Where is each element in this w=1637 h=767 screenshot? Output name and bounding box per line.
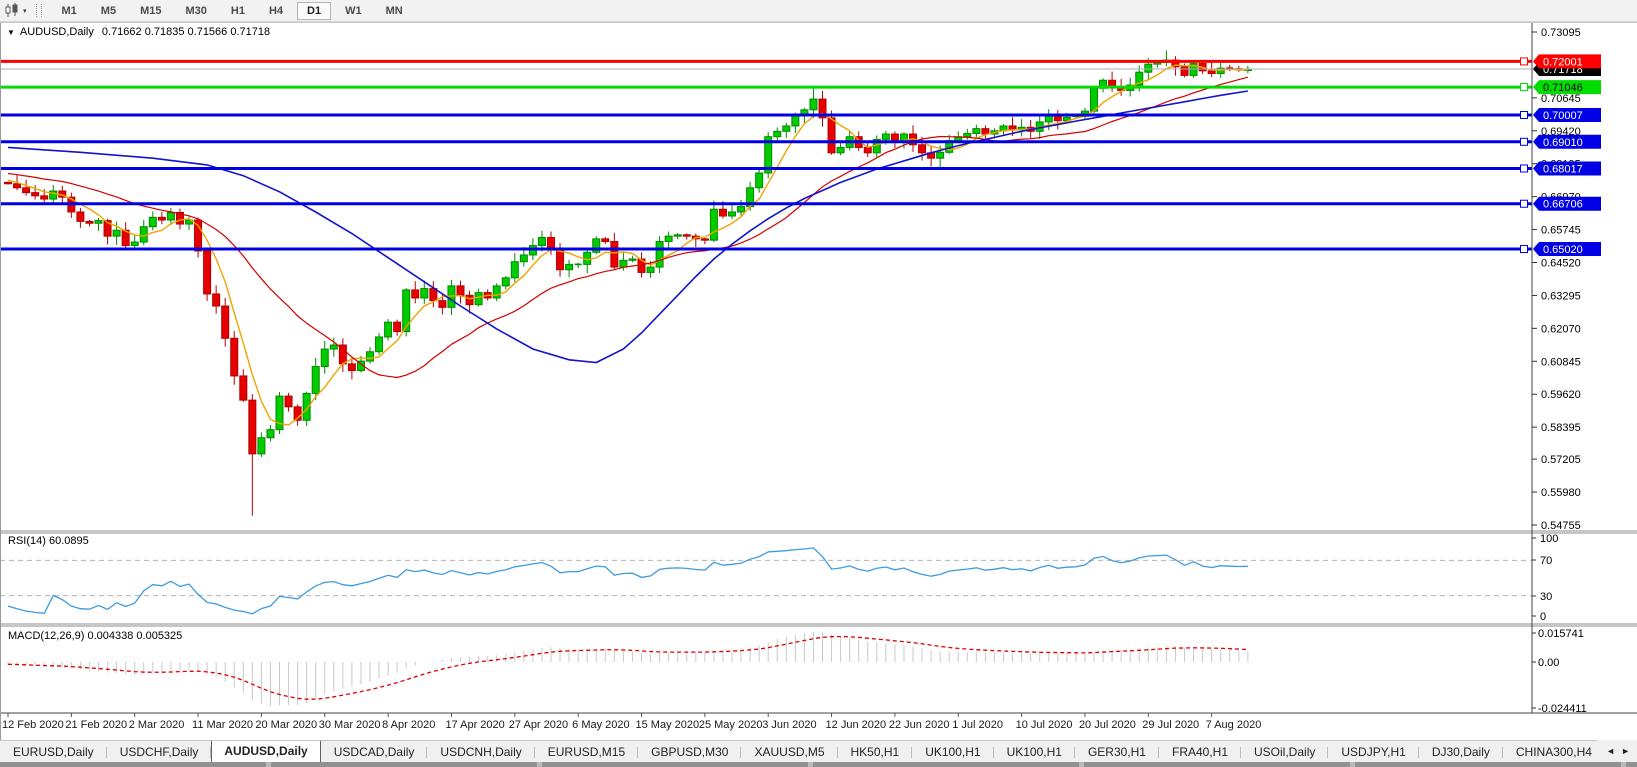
svg-text:70: 70 <box>1540 555 1552 567</box>
chart-tab-bar: EURUSD,DailyUSDCHF,DailyAUDUSD,DailyUSDC… <box>0 740 1637 763</box>
chart-tab-hk50-h1[interactable]: HK50,H1 <box>838 742 913 763</box>
svg-text:0.54755: 0.54755 <box>1541 520 1581 532</box>
svg-text:27 Apr 2020: 27 Apr 2020 <box>509 719 568 731</box>
svg-text:22 Jun 2020: 22 Jun 2020 <box>889 719 950 731</box>
svg-text:0.60845: 0.60845 <box>1541 356 1581 368</box>
chart-tab-usdcad-daily[interactable]: USDCAD,Daily <box>321 742 428 763</box>
timeframe-button-m15[interactable]: M15 <box>130 2 171 20</box>
svg-text:8 Apr 2020: 8 Apr 2020 <box>382 719 435 731</box>
svg-text:0.64520: 0.64520 <box>1541 257 1581 269</box>
chart-tab-usdcnh-daily[interactable]: USDCNH,Daily <box>427 742 534 763</box>
svg-text:25 May 2020: 25 May 2020 <box>699 719 763 731</box>
chart-tab-china300-h4[interactable]: CHINA300,H4 <box>1503 742 1605 763</box>
chart-tab-usdchf-daily[interactable]: USDCHF,Daily <box>107 742 212 763</box>
svg-text:11 Mar 2020: 11 Mar 2020 <box>192 719 253 731</box>
svg-text:0.00: 0.00 <box>1538 657 1559 669</box>
svg-text:21 Feb 2020: 21 Feb 2020 <box>65 719 127 731</box>
svg-text:2 Mar 2020: 2 Mar 2020 <box>129 719 185 731</box>
svg-text:30: 30 <box>1540 591 1552 603</box>
svg-text:30 Mar 2020: 30 Mar 2020 <box>319 719 381 731</box>
svg-text:0.62070: 0.62070 <box>1541 323 1581 335</box>
chart-tab-audusd-daily[interactable]: AUDUSD,Daily <box>211 740 320 763</box>
tab-scroll-right-icon[interactable]: ► <box>1621 746 1630 756</box>
svg-text:0.66706: 0.66706 <box>1543 199 1583 211</box>
timeframe-button-w1[interactable]: W1 <box>335 2 372 20</box>
timeframe-button-m1[interactable]: M1 <box>52 2 87 20</box>
rsi-indicator-label: RSI(14) 60.0895 <box>8 535 89 547</box>
svg-text:3 Jun 2020: 3 Jun 2020 <box>762 719 816 731</box>
timeframe-button-d1[interactable]: D1 <box>297 2 331 20</box>
svg-text:15 May 2020: 15 May 2020 <box>636 719 700 731</box>
svg-text:17 Apr 2020: 17 Apr 2020 <box>445 719 504 731</box>
chart-title: ▼ AUDUSD,Daily 0.71662 0.71835 0.71566 0.7… <box>7 26 270 38</box>
svg-text:0.63295: 0.63295 <box>1541 290 1581 302</box>
timeframe-button-m30[interactable]: M30 <box>175 2 216 20</box>
svg-text:12 Jun 2020: 12 Jun 2020 <box>826 719 887 731</box>
chart-tab-uk100-h1[interactable]: UK100,H1 <box>912 742 993 763</box>
svg-text:0.68017: 0.68017 <box>1543 163 1583 175</box>
svg-text:29 Jul 2020: 29 Jul 2020 <box>1142 719 1199 731</box>
svg-text:20 Jul 2020: 20 Jul 2020 <box>1079 719 1136 731</box>
timeframe-button-h1[interactable]: H1 <box>221 2 255 20</box>
svg-text:0.71046: 0.71046 <box>1543 82 1583 94</box>
svg-text:20 Mar 2020: 20 Mar 2020 <box>255 719 317 731</box>
svg-text:0.69010: 0.69010 <box>1543 137 1583 149</box>
svg-text:0: 0 <box>1540 611 1546 623</box>
timeframe-button-h4[interactable]: H4 <box>259 2 293 20</box>
macd-indicator-label: MACD(12,26,9) 0.004338 0.005325 <box>8 630 182 642</box>
chart-tab-dj30-daily[interactable]: DJ30,Daily <box>1419 742 1503 763</box>
toolbar-grip <box>36 4 42 17</box>
timeframe-button-mn[interactable]: MN <box>376 2 413 20</box>
svg-text:0.58395: 0.58395 <box>1541 422 1581 434</box>
chart-tab-eurusd-daily[interactable]: EURUSD,Daily <box>0 742 107 763</box>
svg-text:0.70645: 0.70645 <box>1541 93 1581 105</box>
chart-tab-eurusd-m15[interactable]: EURUSD,M15 <box>535 742 638 763</box>
taskbar-strip <box>0 762 1637 767</box>
timeframe-toolbar: ▾ M1M5M15M30 H1H4D1W1MN <box>0 0 1637 22</box>
svg-text:0.65020: 0.65020 <box>1543 244 1583 256</box>
chart-tab-usdjpy-h1[interactable]: USDJPY,H1 <box>1328 742 1418 763</box>
svg-text:0.57205: 0.57205 <box>1541 454 1581 466</box>
svg-text:12 Feb 2020: 12 Feb 2020 <box>2 719 64 731</box>
tab-scroll-left-icon[interactable]: ◄ <box>1606 746 1615 756</box>
chart-tab-usoil-daily[interactable]: USOil,Daily <box>1241 742 1328 763</box>
svg-text:1 Jul 2020: 1 Jul 2020 <box>952 719 1003 731</box>
chart-tab-uk100-h1[interactable]: UK100,H1 <box>994 742 1075 763</box>
tab-scroll-arrows: ◄ ► <box>1597 740 1637 762</box>
svg-text:0.70007: 0.70007 <box>1543 110 1583 122</box>
chart-symbol-label: AUDUSD,Daily <box>20 26 94 38</box>
svg-text:6 May 2020: 6 May 2020 <box>572 719 629 731</box>
chart-tab-gbpusd-m30[interactable]: GBPUSD,M30 <box>638 742 741 763</box>
svg-text:100: 100 <box>1540 533 1558 545</box>
chart-tab-fra40-h1[interactable]: FRA40,H1 <box>1159 742 1241 763</box>
chevron-down-icon[interactable]: ▾ <box>23 7 27 15</box>
svg-text:7 Aug 2020: 7 Aug 2020 <box>1206 719 1262 731</box>
timeframe-button-m5[interactable]: M5 <box>91 2 126 20</box>
chart-type-icon[interactable] <box>4 3 20 18</box>
svg-text:0.72001: 0.72001 <box>1543 56 1583 68</box>
svg-text:0.65745: 0.65745 <box>1541 225 1581 237</box>
svg-text:0.015741: 0.015741 <box>1538 628 1584 640</box>
svg-text:0.73095: 0.73095 <box>1541 27 1581 39</box>
chart-tab-xauusd-m5[interactable]: XAUUSD,M5 <box>741 742 837 763</box>
collapse-arrow-icon[interactable]: ▼ <box>7 28 15 37</box>
svg-text:0.59620: 0.59620 <box>1541 389 1581 401</box>
svg-text:10 Jul 2020: 10 Jul 2020 <box>1016 719 1073 731</box>
chart-ohlc-values: 0.71662 0.71835 0.71566 0.71718 <box>102 26 270 38</box>
svg-text:0.55980: 0.55980 <box>1541 487 1581 499</box>
chart-tab-ger30-h1[interactable]: GER30,H1 <box>1075 742 1159 763</box>
